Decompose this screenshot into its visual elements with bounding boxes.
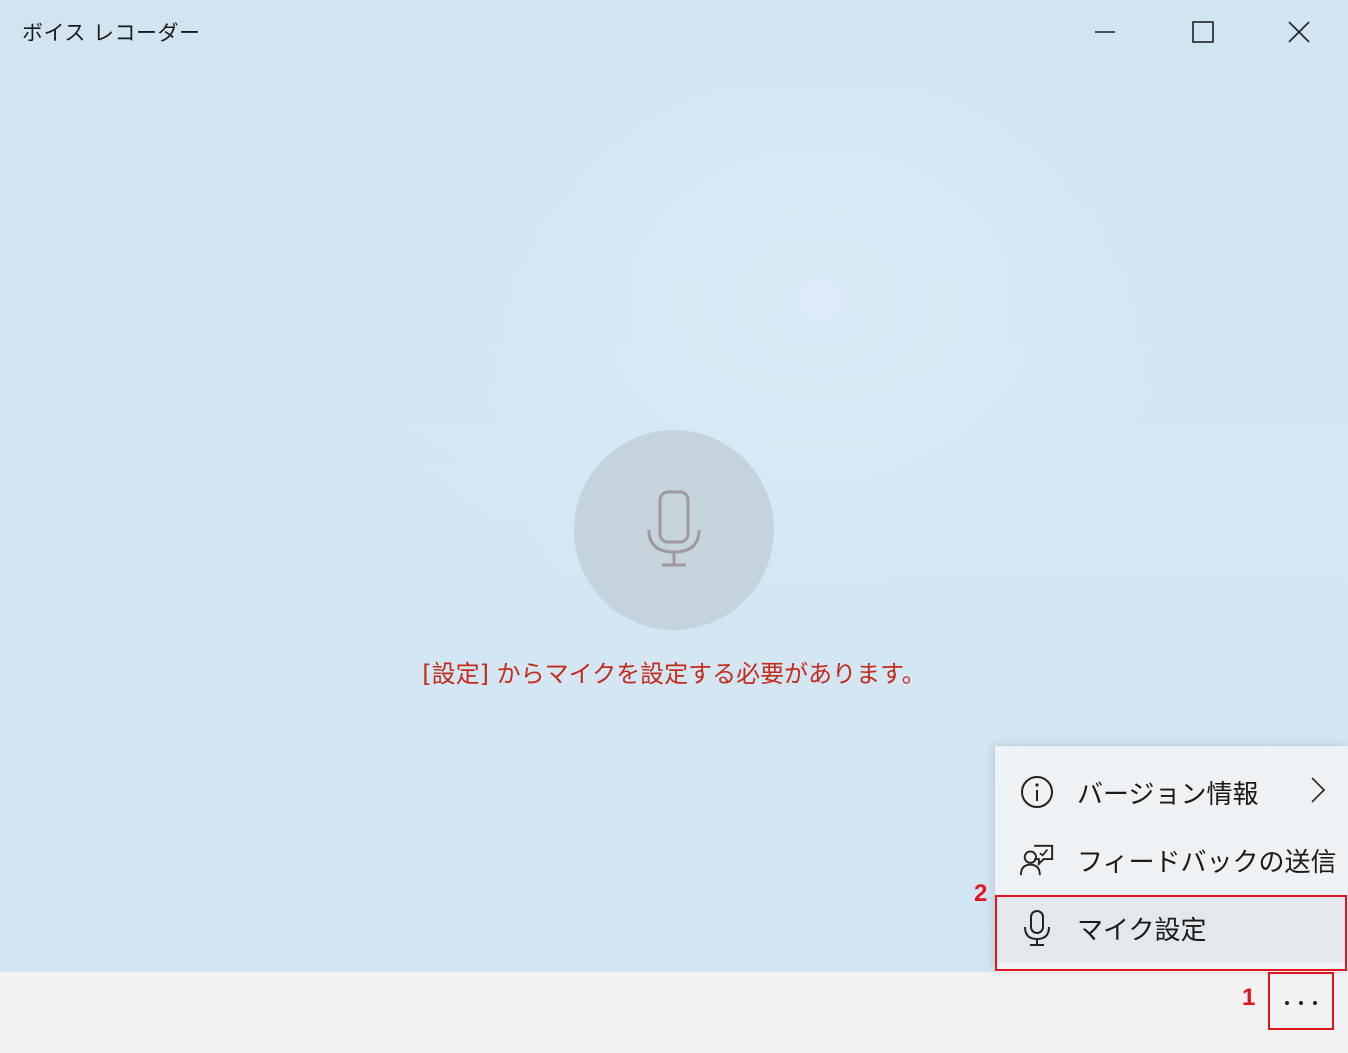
info-icon — [1019, 774, 1055, 810]
window-title: ボイス レコーダー — [22, 21, 201, 45]
menu-item-label: フィードバックの送信 — [1077, 847, 1337, 878]
close-button[interactable] — [1250, 0, 1348, 64]
microphone-icon — [647, 490, 701, 567]
minimize-button[interactable] — [1056, 0, 1154, 64]
minimize-icon — [1095, 31, 1115, 33]
menu-item-label: バージョン情報 — [1077, 779, 1259, 810]
chevron-right-icon — [1310, 776, 1326, 808]
microphone-icon — [1019, 910, 1055, 946]
menu-item-about[interactable]: バージョン情報 — [995, 758, 1348, 826]
more-icon — [1285, 1001, 1317, 1005]
maximize-button[interactable] — [1154, 0, 1252, 64]
maximize-icon — [1192, 21, 1214, 43]
step-number-1: 1 — [1242, 984, 1256, 1011]
menu-item-mic-settings[interactable]: マイク設定 — [995, 894, 1348, 962]
voice-recorder-window: ボイス レコーダー [設定] からマイクを設定する必要があります。 1 バージョ… — [0, 0, 1348, 1053]
step-number-2: 2 — [974, 880, 988, 907]
feedback-icon — [1019, 842, 1055, 878]
menu-item-feedback[interactable]: フィードバックの送信 — [995, 826, 1348, 894]
record-button[interactable] — [574, 430, 774, 630]
command-bar — [0, 972, 1348, 1053]
menu-item-label: マイク設定 — [1077, 915, 1207, 946]
more-options-button[interactable] — [1268, 972, 1334, 1030]
close-icon — [1288, 21, 1310, 43]
error-message: [設定] からマイクを設定する必要があります。 — [422, 660, 926, 688]
more-options-menu: バージョン情報 フィードバックの送信 マイク設定 — [995, 746, 1348, 972]
